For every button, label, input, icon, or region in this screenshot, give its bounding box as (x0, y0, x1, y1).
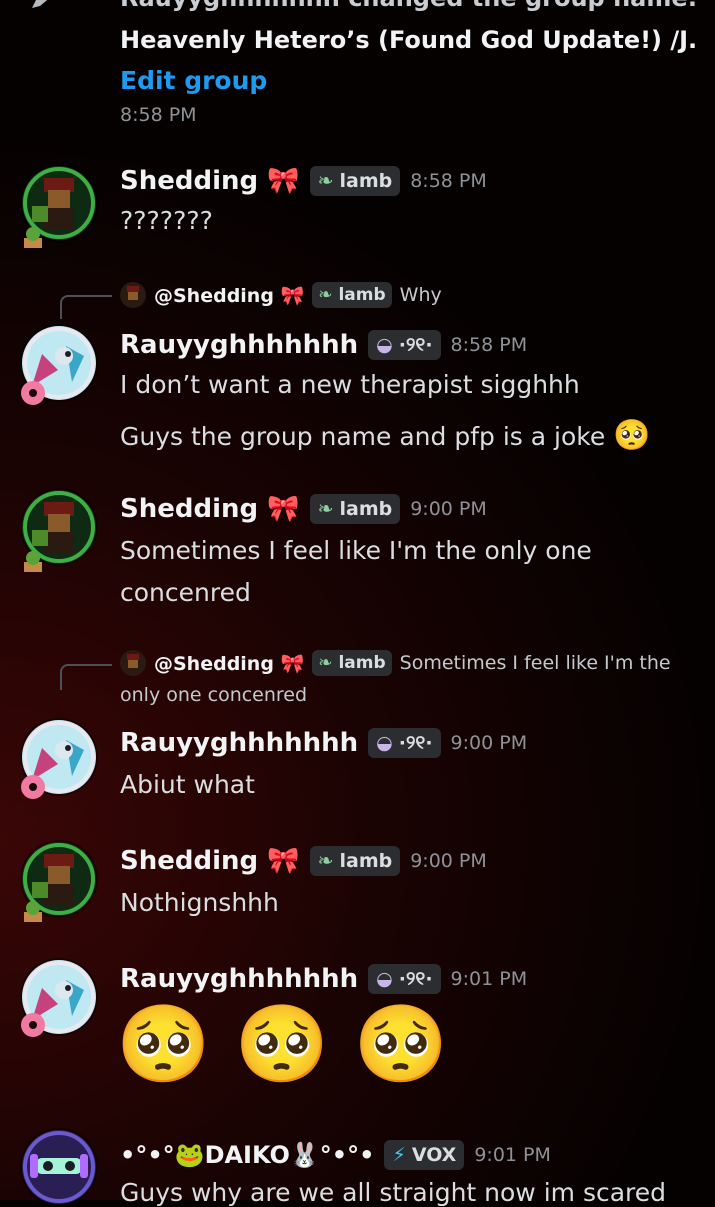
lavender-badge-icon: ◒ (376, 968, 393, 990)
system-timestamp: 8:58 PM (120, 104, 197, 126)
message-timestamp: 9:00 PM (450, 732, 528, 754)
message-header: Shedding 🎀 ❧ lamb 9:00 PM (120, 494, 487, 524)
username-shedding[interactable]: Shedding 🎀 (120, 494, 300, 524)
reply-connector (60, 295, 112, 319)
role-tag[interactable]: ◒ ·୨୧· (368, 330, 441, 360)
message-text: Nothignshhh (120, 888, 279, 917)
reply-role-tag: ❧ lamb (312, 282, 392, 308)
username-shedding[interactable]: Shedding 🎀 (120, 846, 300, 876)
avatar-daiko[interactable] (22, 1130, 96, 1204)
message-header: Rauyyghhhhhhh ◒ ·୨୧· 8:58 PM (120, 330, 527, 360)
message-text: ??????? (120, 206, 213, 235)
message-header: Rauyyghhhhhhh ◒ ·୨୧· 9:00 PM (120, 728, 527, 758)
mini-avatar-shedding (120, 282, 146, 308)
reply-connector (60, 664, 112, 690)
reply-text: Why (399, 284, 442, 306)
username-daiko[interactable]: •°•°🐸DAIKO🐰°•°• (120, 1141, 374, 1169)
leaf-icon: ❧ (318, 653, 333, 673)
role-tag[interactable]: ◒ ·୨୧· (368, 964, 441, 994)
big-emoji-row: 🥺 🥺 🥺 (116, 996, 448, 1092)
message-text: concenred (120, 578, 251, 607)
username-shedding[interactable]: Shedding 🎀 (120, 166, 300, 196)
message-timestamp: 9:00 PM (410, 850, 487, 872)
pleading-face-emoji[interactable]: 🥺 (354, 996, 449, 1092)
leaf-icon: ❧ (317, 498, 334, 520)
message-feed[interactable]: Rauyyghhhhhhh changed the group name: He… (0, 0, 715, 1207)
reply-text-continued: only one concenred (120, 684, 308, 706)
mini-avatar-shedding (120, 650, 146, 676)
lavender-badge-icon: ◒ (376, 732, 393, 754)
reply-mention: @Shedding 🎀 (154, 652, 305, 675)
reply-mention: @Shedding 🎀 (154, 284, 305, 307)
message-timestamp: 9:01 PM (450, 968, 528, 990)
role-tag[interactable]: ❧ lamb (309, 846, 401, 876)
pleading-face-emoji[interactable]: 🥺 (235, 996, 330, 1092)
donut-deco-icon (18, 772, 48, 802)
planter-deco-icon (18, 222, 48, 252)
pleading-face-emoji[interactable]: 🥺 (116, 996, 211, 1092)
message-text: I don’t want a new therapist sigghhh (120, 370, 580, 399)
leaf-icon: ❧ (317, 170, 334, 192)
reply-role-tag: ❧ lamb (312, 650, 392, 676)
reply-preview[interactable]: @Shedding 🎀 ❧ lamb Why (120, 282, 442, 308)
message-header: •°•°🐸DAIKO🐰°•°• ⚡ VOX 9:01 PM (120, 1140, 551, 1170)
role-tag[interactable]: ❧ lamb (309, 494, 401, 524)
message-header: Shedding 🎀 ❧ lamb 9:00 PM (120, 846, 487, 876)
donut-deco-icon (18, 1010, 48, 1040)
message-header: Rauyyghhhhhhh ◒ ·୨୧· 9:01 PM (120, 964, 527, 994)
edit-group-link[interactable]: Edit group (120, 66, 267, 95)
planter-deco-icon (18, 896, 48, 926)
bolt-icon: ⚡ (392, 1144, 406, 1166)
message-timestamp: 9:00 PM (410, 498, 487, 520)
group-name-text: Heavenly Hetero’s (Found God Update!) /J… (120, 26, 698, 54)
donut-deco-icon (18, 378, 48, 408)
username-rauyy[interactable]: Rauyyghhhhhhh (120, 728, 358, 758)
lavender-badge-icon: ◒ (376, 334, 393, 356)
message-text: Abiut what (120, 770, 255, 799)
message-text: Guys why are we all straight now im scar… (120, 1178, 667, 1207)
planter-deco-icon (18, 546, 48, 576)
reply-preview[interactable]: @Shedding 🎀 ❧ lamb Sometimes I feel like… (120, 650, 671, 676)
message-timestamp: 8:58 PM (410, 170, 487, 192)
role-tag[interactable]: ❧ lamb (309, 166, 401, 196)
leaf-icon: ❧ (317, 850, 334, 872)
role-tag[interactable]: ◒ ·୨୧· (368, 728, 441, 758)
leaf-icon: ❧ (318, 285, 333, 305)
message-text: Guys the group name and pfp is a joke 🥺 (120, 418, 651, 453)
username-rauyy[interactable]: Rauyyghhhhhhh (120, 330, 358, 360)
message-timestamp: 9:01 PM (474, 1144, 551, 1166)
system-header-partial: Rauyyghhhhhhh changed the group name: (120, 0, 697, 12)
pencil-icon (30, 0, 56, 10)
role-tag[interactable]: ⚡ VOX (384, 1140, 465, 1170)
message-timestamp: 8:58 PM (450, 334, 528, 356)
message-text: Sometimes I feel like I'm the only one (120, 536, 592, 565)
username-rauyy[interactable]: Rauyyghhhhhhh (120, 964, 358, 994)
pleading-face-emoji: 🥺 (613, 418, 651, 453)
message-header: Shedding 🎀 ❧ lamb 8:58 PM (120, 166, 487, 196)
reply-text: Sometimes I feel like I'm the (399, 652, 671, 674)
